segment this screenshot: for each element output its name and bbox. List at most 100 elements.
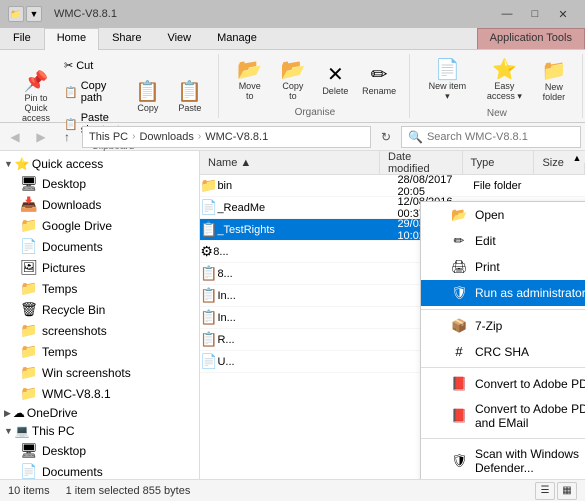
ctx-print-icon: 🖨 xyxy=(451,259,467,275)
gdrive-icon: 📁 xyxy=(20,217,38,234)
ribbon-group-organise: 📂 Move to 📂 Copy to ✕ Delete ✏ Rename Or… xyxy=(221,54,410,118)
tab-home[interactable]: Home xyxy=(44,28,99,50)
ctx-scan-defender[interactable]: 🛡 Scan with Windows Defender... xyxy=(421,442,585,479)
paste-big-icon: 📋 xyxy=(177,82,202,102)
table-row[interactable]: 📁 bin 28/08/2017 20:05 File folder xyxy=(200,175,585,197)
ctx-print[interactable]: 🖨 Print xyxy=(421,254,585,280)
sidebar-item-thispc[interactable]: ▼ 💻 This PC xyxy=(0,422,199,440)
pictures-icon: 🖼 xyxy=(20,259,38,276)
copy-icon: 📋 xyxy=(135,82,160,102)
address-folder[interactable]: WMC-V8.8.1 xyxy=(205,131,268,143)
folder-icon[interactable]: 📁 xyxy=(8,6,24,22)
address-thispc[interactable]: This PC xyxy=(89,131,128,143)
detail-view-btn[interactable]: ▦ xyxy=(557,482,577,500)
easy-access-button[interactable]: ⭐ Easy access ▾ xyxy=(477,56,532,106)
sidebar-item-pictures[interactable]: 🖼 Pictures xyxy=(0,257,199,278)
sidebar-item-recycle-bin[interactable]: 🗑 Recycle Bin xyxy=(0,299,199,320)
desktop2-icon: 🖥 xyxy=(20,442,38,459)
sidebar-item-winscreenshots[interactable]: 📁 Win screenshots xyxy=(0,362,199,383)
col-header-date[interactable]: Date modified xyxy=(380,151,463,174)
ctx-adobe-pdf[interactable]: 📕 Convert to Adobe PDF xyxy=(421,371,585,397)
search-bar[interactable]: 🔍 xyxy=(401,126,581,148)
wmc-icon: 📁 xyxy=(20,385,38,402)
cmd2-file-icon: 📋 xyxy=(200,265,217,282)
sidebar-item-downloads[interactable]: 📥 Downloads xyxy=(0,194,199,215)
minimize-button[interactable]: — xyxy=(493,4,521,24)
ctx-7zip[interactable]: 📦 7-Zip ▶ xyxy=(421,313,585,339)
ctx-open[interactable]: 📂 Open xyxy=(421,202,585,228)
cmd5-file-icon: 📋 xyxy=(200,331,217,348)
downloads-icon: 📥 xyxy=(20,196,38,213)
search-input[interactable] xyxy=(427,131,574,143)
address-bar[interactable]: This PC › Downloads › WMC-V8.8.1 xyxy=(82,126,371,148)
delete-button[interactable]: ✕ Delete xyxy=(315,61,355,100)
sidebar-item-quick-access[interactable]: ▼ ⭐ Quick access xyxy=(0,155,199,173)
forward-button[interactable]: ▶ xyxy=(30,126,52,148)
ctx-adobe-pdf-email[interactable]: 📕 Convert to Adobe PDF and EMail xyxy=(421,397,585,435)
chevron-icon: ▼ xyxy=(4,159,13,169)
txt2-file-icon: 📄 xyxy=(200,353,217,370)
sidebar-item-screenshots[interactable]: 📁 screenshots xyxy=(0,320,199,341)
ctx-crcsha[interactable]: # CRC SHA ▶ xyxy=(421,339,585,364)
sidebar-item-onedrive[interactable]: ▶ ☁ OneDrive xyxy=(0,404,199,422)
sidebar-item-documents[interactable]: 📄 Documents xyxy=(0,236,199,257)
copypath-icon: 📋 xyxy=(64,86,78,99)
new-folder-button[interactable]: 📁 Newfolder xyxy=(534,57,574,106)
paste-button[interactable]: 📋 Paste xyxy=(170,78,210,117)
cloud-icon: ☁ xyxy=(13,406,25,420)
context-menu: 📂 Open ✏ Edit 🖨 Print 🛡 Run as administr… xyxy=(420,201,585,479)
col-header-name[interactable]: Name ▲ xyxy=(200,151,380,174)
rename-icon: ✏ xyxy=(371,65,388,85)
chevron-thispc: ▼ xyxy=(4,426,13,436)
ctx-edit[interactable]: ✏ Edit xyxy=(421,228,585,254)
scroll-up-btn[interactable]: ▲ xyxy=(573,153,582,163)
copy-button[interactable]: 📋 Copy xyxy=(128,78,168,117)
sidebar-item-temps2[interactable]: 📁 Temps xyxy=(0,341,199,362)
new-item-button[interactable]: 📄 New item ▾ xyxy=(420,56,475,106)
ctx-pdf-icon: 📕 xyxy=(451,376,467,392)
tab-view[interactable]: View xyxy=(154,28,204,49)
window-controls: — □ ✕ xyxy=(493,4,577,24)
up-button[interactable]: ↑ xyxy=(56,126,78,148)
refresh-button[interactable]: ↻ xyxy=(375,126,397,148)
ctx-sep2 xyxy=(421,367,585,368)
title-bar: 📁 ▼ WMC-V8.8.1 — □ ✕ xyxy=(0,0,585,28)
ctx-admin-icon: 🛡 xyxy=(451,285,467,301)
file-list-header: Name ▲ Date modified Type Size xyxy=(200,151,585,175)
ctx-run-as-admin[interactable]: 🛡 Run as administrator xyxy=(421,280,585,306)
view-toggle: ☰ ▦ xyxy=(535,482,577,500)
docs2-icon: 📄 xyxy=(20,463,38,479)
tab-file[interactable]: File xyxy=(0,28,44,49)
list-view-btn[interactable]: ☰ xyxy=(535,482,555,500)
sidebar-item-google-drive[interactable]: 📁 Google Drive xyxy=(0,215,199,236)
copy-to-button[interactable]: 📂 Copy to xyxy=(273,56,314,105)
sidebar-item-desktop2[interactable]: 🖥 Desktop xyxy=(0,440,199,461)
newfolder-icon: 📁 xyxy=(541,61,566,81)
close-button[interactable]: ✕ xyxy=(549,4,577,24)
tab-share[interactable]: Share xyxy=(99,28,154,49)
move-to-button[interactable]: 📂 Move to xyxy=(229,56,271,105)
cut-button[interactable]: ✂ Cut xyxy=(58,56,126,75)
organise-label: Organise xyxy=(295,107,336,118)
back-button[interactable]: ◀ xyxy=(4,126,26,148)
sidebar-item-desktop[interactable]: 🖥 Desktop xyxy=(0,173,199,194)
sidebar-item-wmc[interactable]: 📁 WMC-V8.8.1 xyxy=(0,383,199,404)
ctx-edit-icon: ✏ xyxy=(451,233,467,249)
ribbon-content: 📌 Pin to Quickaccess ✂ Cut 📋 Copy path 📋… xyxy=(0,50,585,122)
reg-file-icon: ⚙ xyxy=(200,243,213,260)
tab-manage[interactable]: Manage xyxy=(204,28,270,49)
pin-button[interactable]: 📌 Pin to Quickaccess xyxy=(16,68,56,127)
sidebar-item-docs2[interactable]: 📄 Documents xyxy=(0,461,199,479)
screenshots-icon: 📁 xyxy=(20,322,38,339)
tab-app-tools[interactable]: Application Tools xyxy=(477,28,585,49)
maximize-button[interactable]: □ xyxy=(521,4,549,24)
item-count: 10 items xyxy=(8,485,50,497)
search-icon: 🔍 xyxy=(408,130,423,144)
col-header-type[interactable]: Type xyxy=(463,151,535,174)
address-downloads[interactable]: Downloads xyxy=(139,131,193,143)
selected-info: 1 item selected 855 bytes xyxy=(66,485,191,497)
copy-path-button[interactable]: 📋 Copy path xyxy=(58,77,126,107)
rename-button[interactable]: ✏ Rename xyxy=(357,61,401,100)
sidebar-item-temps[interactable]: 📁 Temps xyxy=(0,278,199,299)
down-arrow-icon[interactable]: ▼ xyxy=(26,6,42,22)
